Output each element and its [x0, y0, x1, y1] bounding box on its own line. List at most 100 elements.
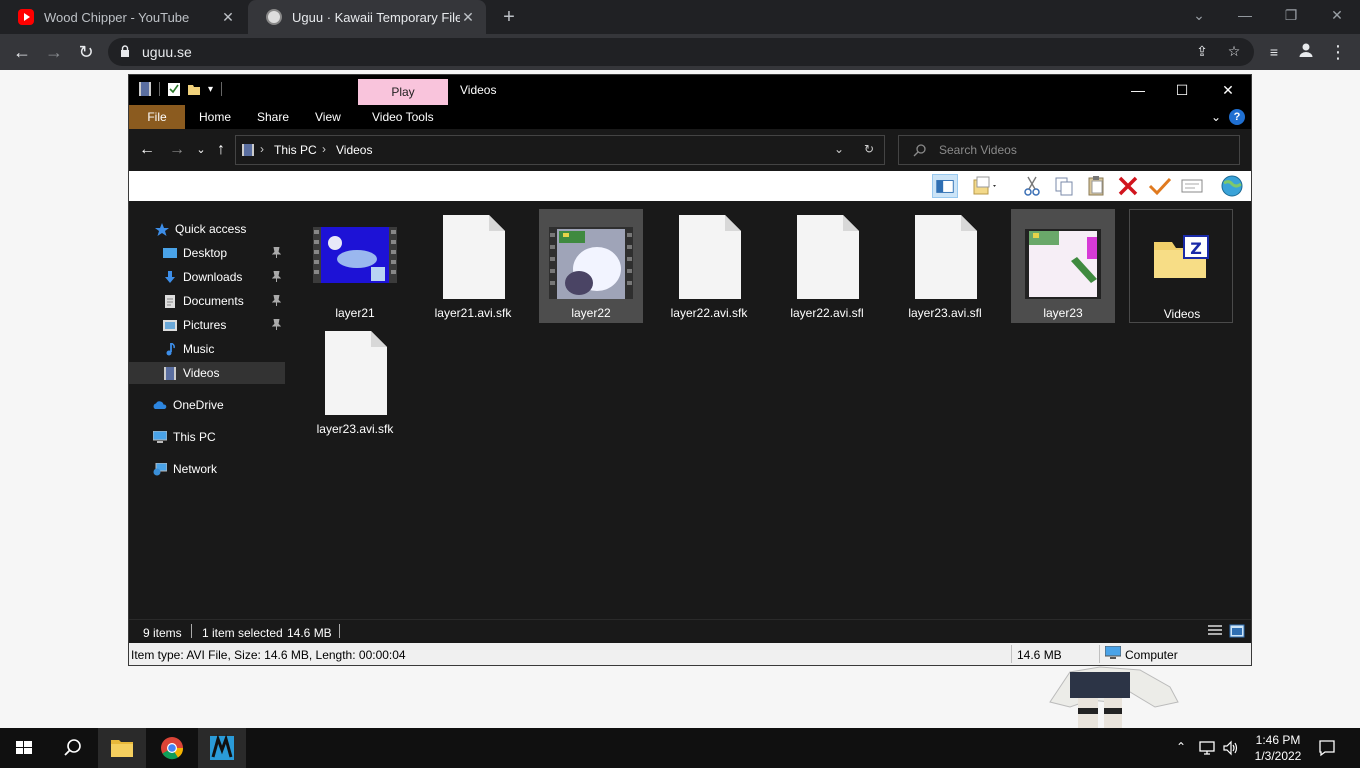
chevron-right-icon[interactable]: › — [322, 142, 326, 156]
nav-label: Quick access — [175, 222, 247, 236]
file-name: layer22 — [571, 306, 611, 320]
profile-icon[interactable] — [1294, 40, 1318, 64]
expand-ribbon-icon[interactable]: ⌄ — [1211, 110, 1221, 124]
file-item[interactable]: layer21 — [303, 209, 407, 323]
up-button[interactable]: ↑ — [211, 141, 231, 159]
breadcrumb-videos[interactable]: Videos — [336, 143, 372, 157]
file-explorer-window: ▾ Play Videos — ☐ ✕ File Home Share View… — [128, 74, 1252, 666]
nav-item-network[interactable]: Network — [129, 458, 285, 480]
share-icon[interactable]: ⇪ — [1192, 43, 1212, 61]
delete-icon[interactable] — [1115, 174, 1141, 198]
search-input[interactable]: Search Videos — [898, 135, 1240, 165]
network-icon[interactable] — [1198, 740, 1216, 756]
nav-item-onedrive[interactable]: OneDrive — [129, 394, 285, 416]
search-icon[interactable] — [48, 728, 96, 768]
file-item[interactable]: layer22.avi.sfk — [657, 209, 761, 323]
minimize-button[interactable]: — — [1222, 0, 1268, 34]
show-hidden-icons-icon[interactable]: ⌃ — [1176, 740, 1186, 756]
pictures-icon — [163, 319, 177, 331]
file-explorer-icon[interactable] — [98, 728, 146, 768]
customize-toolbar-icon[interactable]: ▾ — [208, 84, 213, 95]
forward-button[interactable]: → — [42, 40, 66, 64]
star-icon — [155, 222, 169, 236]
media-controls-icon[interactable]: ≡ — [1262, 40, 1286, 64]
tab-search-icon[interactable]: ⌄ — [1176, 0, 1222, 34]
minimize-button[interactable]: — — [1115, 79, 1161, 101]
item-count: 9 items — [143, 626, 182, 640]
close-icon[interactable]: ✕ — [220, 9, 236, 26]
chrome-icon[interactable] — [148, 728, 196, 768]
file-item-selected[interactable]: layer22 — [539, 209, 643, 323]
large-icons-view-icon[interactable] — [1229, 624, 1245, 638]
menu-icon[interactable]: ⋮ — [1326, 40, 1350, 64]
windows-start-icon[interactable] — [0, 728, 48, 768]
preview-pane-icon[interactable] — [932, 174, 958, 198]
nav-item-this-pc[interactable]: This PC — [129, 426, 285, 448]
back-button[interactable]: ← — [137, 141, 157, 159]
pin-icon — [272, 319, 281, 330]
volume-icon[interactable] — [1222, 740, 1240, 756]
file-item[interactable]: layer22.avi.sfl — [775, 209, 879, 323]
tab-share[interactable]: Share — [245, 105, 301, 129]
forward-button[interactable]: → — [167, 141, 187, 159]
video-thumbnail — [549, 227, 633, 299]
properties-icon[interactable] — [168, 82, 180, 96]
new-tab-button[interactable]: + — [498, 6, 520, 28]
nav-label: Downloads — [183, 270, 243, 284]
tab-video-tools[interactable]: Video Tools — [360, 105, 446, 129]
chevron-down-icon[interactable]: ⌄ — [834, 142, 844, 156]
browser-toolbar: ← → ↻ uguu.se ⇪ ☆ ≡ ⋮ — [0, 34, 1360, 70]
bookmark-star-icon[interactable]: ☆ — [1224, 43, 1244, 61]
properties-icon[interactable] — [1179, 174, 1205, 198]
cut-icon[interactable] — [1019, 174, 1045, 198]
cloud-icon — [153, 400, 167, 409]
copy-icon[interactable] — [1051, 174, 1077, 198]
lock-icon — [121, 45, 129, 57]
views-icon[interactable] — [971, 174, 997, 198]
file-name: layer23.avi.sfk — [316, 422, 394, 436]
details-view-icon[interactable] — [1207, 624, 1223, 638]
tab-home[interactable]: Home — [187, 105, 243, 129]
address-bar[interactable]: uguu.se ⇪ ☆ — [108, 38, 1254, 66]
breadcrumb-this-pc[interactable]: This PC — [274, 143, 317, 157]
contextual-tab-play[interactable]: Play — [358, 79, 448, 105]
address-bar[interactable]: › This PC › Videos ⌄ ↻ — [235, 135, 885, 165]
file-item[interactable]: layer23.avi.sfk — [303, 325, 407, 439]
checkmark-icon[interactable] — [1147, 174, 1173, 198]
video-editor-icon[interactable] — [198, 728, 246, 768]
pin-icon — [272, 247, 281, 258]
system-clock[interactable]: 1:46 PM 1/3/2022 — [1244, 732, 1312, 764]
recent-locations-icon[interactable]: ⌄ — [191, 141, 211, 159]
folder-item[interactable]: Z Videos — [1129, 209, 1233, 323]
tab-view[interactable]: View — [303, 105, 353, 129]
nav-item-downloads[interactable]: Downloads — [129, 266, 285, 288]
close-icon[interactable]: ✕ — [460, 9, 476, 26]
refresh-icon[interactable]: ↻ — [864, 142, 874, 156]
file-item-selected[interactable]: layer23 — [1011, 209, 1115, 323]
nav-item-music[interactable]: Music — [129, 338, 285, 360]
file-item[interactable]: layer23.avi.sfl — [893, 209, 997, 323]
back-button[interactable]: ← — [10, 40, 34, 64]
separator — [159, 82, 160, 96]
youtube-icon — [18, 9, 34, 25]
file-name: layer22.avi.sfk — [670, 306, 748, 320]
help-icon[interactable]: ? — [1229, 109, 1245, 125]
browser-tab-youtube[interactable]: Wood Chipper - YouTube ✕ — [0, 0, 246, 34]
reload-button[interactable]: ↻ — [74, 40, 98, 64]
close-window-button[interactable]: ✕ — [1314, 0, 1360, 34]
notifications-icon[interactable] — [1318, 739, 1336, 757]
blank-document-icon — [915, 215, 977, 299]
nav-item-quick-access[interactable]: Quick access — [129, 218, 285, 240]
nav-item-desktop[interactable]: Desktop — [129, 242, 285, 264]
restore-button[interactable]: ❐ — [1268, 0, 1314, 34]
nav-item-videos[interactable]: Videos — [129, 362, 285, 384]
browser-tab-uguu[interactable]: Uguu · Kawaii Temporary File Ho ✕ — [248, 0, 486, 34]
new-folder-icon[interactable] — [188, 82, 200, 96]
maximize-button[interactable]: ☐ — [1159, 79, 1205, 101]
nav-item-pictures[interactable]: Pictures — [129, 314, 285, 336]
file-item[interactable]: layer21.avi.sfk — [421, 209, 525, 323]
paste-icon[interactable] — [1083, 174, 1109, 198]
globe-icon[interactable] — [1219, 174, 1245, 198]
close-window-button[interactable]: ✕ — [1205, 79, 1251, 101]
nav-item-documents[interactable]: Documents — [129, 290, 285, 312]
